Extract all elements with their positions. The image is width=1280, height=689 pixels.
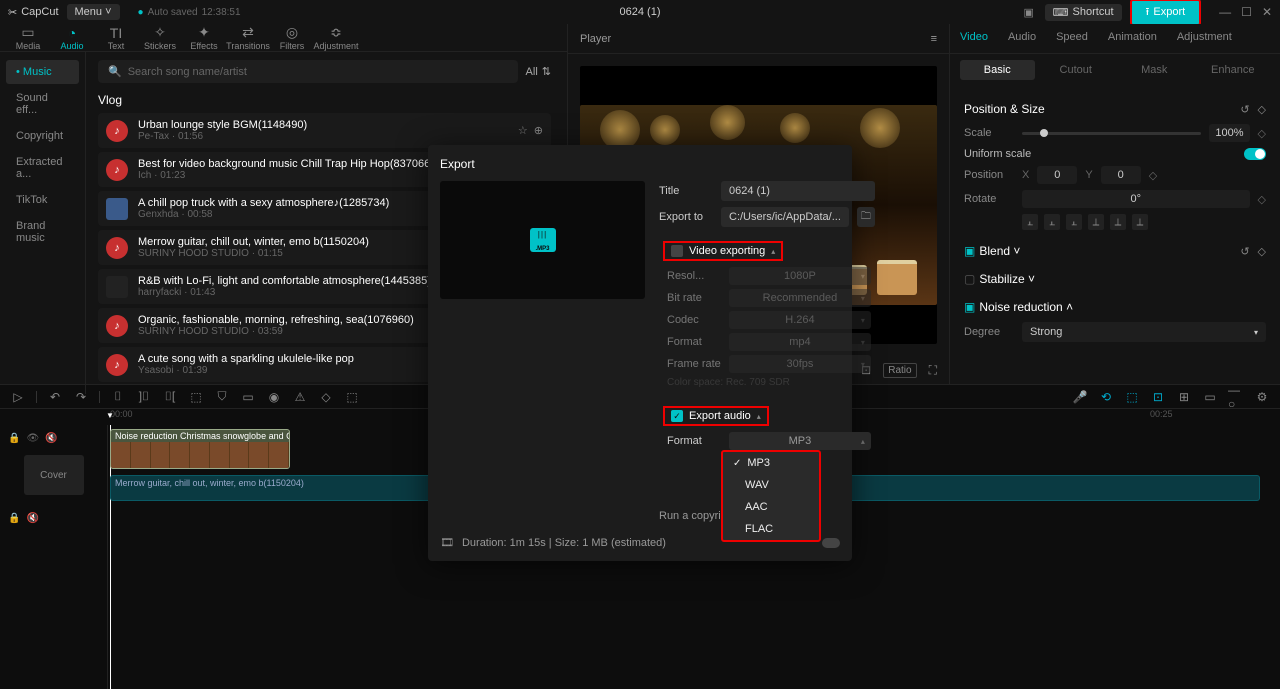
format-option-flac[interactable]: FLAC [723, 518, 819, 540]
export-title-input[interactable]: 0624 (1) [721, 181, 875, 201]
resolution-dropdown[interactable]: 1080P▾ [729, 267, 871, 285]
framerate-dropdown[interactable]: 30fps▾ [729, 355, 871, 373]
bitrate-dropdown[interactable]: Recommended▾ [729, 289, 871, 307]
export-modal: Export .MP3 Title0624 (1) Export toC:/Us… [428, 145, 852, 561]
export-path-input[interactable]: C:/Users/ic/AppData/... [721, 207, 849, 227]
vformat-dropdown[interactable]: mp4▾ [729, 333, 871, 351]
audio-format-menu: MP3 WAV AAC FLAC [721, 450, 821, 542]
format-option-wav[interactable]: WAV [723, 474, 819, 496]
format-option-aac[interactable]: AAC [723, 496, 819, 518]
audio-export-checkbox[interactable]: ✓ [671, 410, 683, 422]
mp3-badge-icon: .MP3 [530, 228, 556, 252]
modal-overlay: Export .MP3 Title0624 (1) Export toC:/Us… [0, 0, 1280, 689]
video-export-checkbox[interactable] [671, 245, 683, 257]
modal-title: Export [440, 157, 840, 171]
filmstrip-icon: 🎞 [440, 536, 454, 549]
export-duration: Duration: 1m 15s | Size: 1 MB (estimated… [462, 537, 666, 549]
export-preview: .MP3 [440, 181, 645, 299]
codec-dropdown[interactable]: H.264▾ [729, 311, 871, 329]
audio-format-dropdown[interactable]: MP3▴ [729, 432, 871, 450]
browse-folder-icon[interactable]: 🗀 [857, 207, 875, 227]
footer-toggle[interactable] [822, 538, 840, 548]
format-option-mp3[interactable]: MP3 [723, 452, 819, 474]
